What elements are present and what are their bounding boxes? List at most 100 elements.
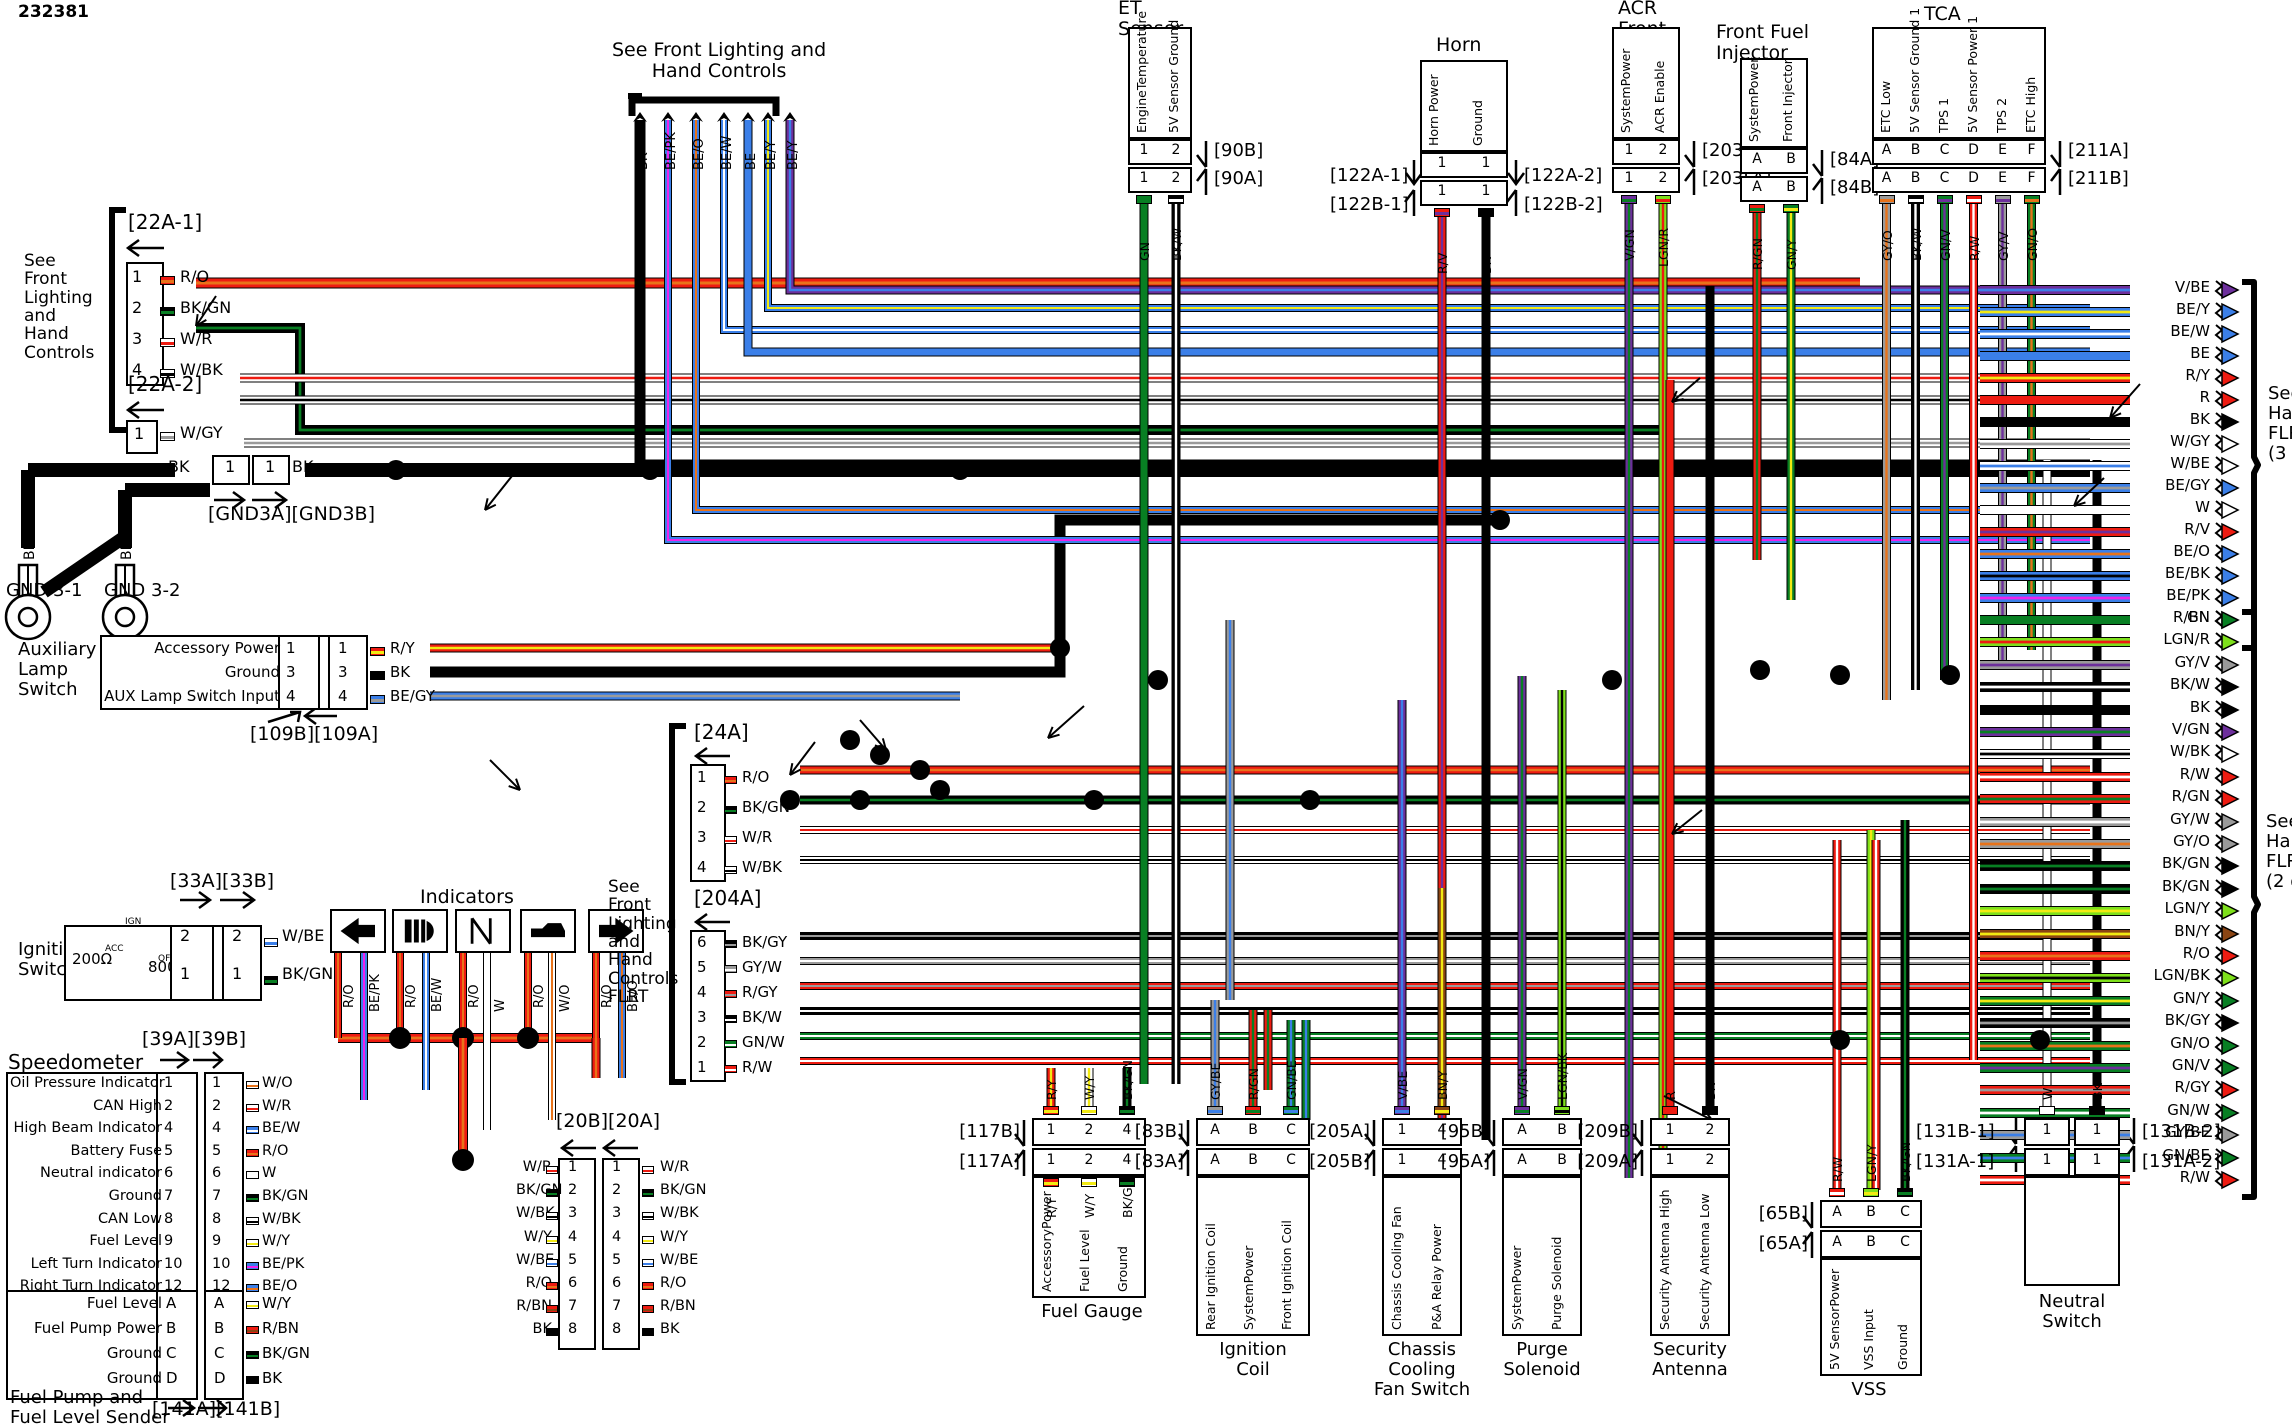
speedometer-pin-function: Left Turn Indicator xyxy=(30,1255,162,1272)
wire-color-chip xyxy=(1283,1106,1299,1115)
wire-color-chip xyxy=(546,1305,558,1314)
pin-number: 3 xyxy=(612,1205,622,1222)
wire-label: W/GY xyxy=(180,423,223,442)
wire-label: V/BE xyxy=(1395,1070,1410,1100)
wire-color-chip xyxy=(246,1216,259,1225)
pin-number: 1 xyxy=(612,1159,622,1175)
pin-number: 3 xyxy=(568,1205,578,1222)
wire-label: GN xyxy=(1137,241,1152,261)
pin-number: 1 xyxy=(568,1159,578,1175)
pin-number: A xyxy=(1517,1122,1527,1138)
wire-color-chip xyxy=(724,940,737,948)
indicator-wire-label: BE/PK xyxy=(368,974,383,1012)
pin-number: 8 xyxy=(612,1321,622,1338)
tca-pin-function: TPS 1 xyxy=(1936,97,1951,133)
main-harness-3of3-label: See Main Harness FLRT (3 of 3) xyxy=(2268,383,2292,465)
wire-label: W/O xyxy=(262,1075,293,1091)
wire-label: R/W xyxy=(1966,235,1982,261)
bundle-wire-label: BN/Y xyxy=(2174,922,2210,940)
pin-number: B xyxy=(1248,1122,1258,1138)
pin-number: 6 xyxy=(612,1275,622,1291)
chassis-cooling-fan-switch-title: Chassis Cooling Fan Switch xyxy=(1373,1339,1471,1400)
wire-color-chip xyxy=(246,1103,259,1112)
neutral-switch-body[interactable] xyxy=(2024,1176,2120,1286)
pin-number: B xyxy=(1866,1234,1876,1250)
connector-24A-label: [24A] xyxy=(694,720,749,744)
aux-lamp-connector-labels: [109B][109A] xyxy=(250,723,379,745)
wire-label: GY/BE xyxy=(1208,1062,1223,1100)
wire-color-chip xyxy=(246,1351,259,1359)
gnd3-connector-labels: [GND3A][GND3B] xyxy=(208,503,375,525)
oil-can-icon xyxy=(531,923,565,938)
chassis-cooling-fan-switch-pin-function: Chassis Cooling Fan xyxy=(1389,1206,1404,1330)
fuel-pump-pin-function: Fuel Pump Power xyxy=(33,1319,162,1337)
pin-number: 3 xyxy=(132,329,143,348)
bus-wire-label: BE xyxy=(744,152,759,170)
pin-number: 7 xyxy=(164,1188,174,1204)
bundle-wire-label: R/GY xyxy=(2174,1078,2210,1096)
connector-id-label: [205A] xyxy=(1309,1121,1370,1142)
wire-label: BK xyxy=(390,663,411,681)
pin-number: 4 xyxy=(612,1228,622,1245)
bus-wire-label: BE/W xyxy=(720,135,735,170)
connector-id-label: [117A] xyxy=(959,1151,1020,1172)
pin-number: C xyxy=(1939,142,1950,158)
speedometer-title: Speedometer xyxy=(8,1050,144,1074)
wire-label: GY/O xyxy=(1879,230,1895,261)
pin-number: B xyxy=(1910,170,1921,186)
wire-label: R xyxy=(1663,1091,1678,1100)
bus-wire-label: BE/Y xyxy=(786,140,801,170)
left-arrow-icon xyxy=(340,917,375,945)
connector-22A2-label: [22A-2] xyxy=(128,372,203,396)
indicators-title: Indicators xyxy=(420,886,514,908)
bundle-wire-label: BE/W xyxy=(2170,322,2210,340)
wire-label: BK xyxy=(2090,1083,2105,1100)
speedometer-pin-function: Fuel Level xyxy=(89,1233,162,1250)
wire-label: BK/GN xyxy=(1898,1141,1913,1182)
wire-label: BK/W xyxy=(742,1008,783,1026)
tca-body xyxy=(1872,27,2046,139)
wire-label: LGN/BK xyxy=(1555,1053,1570,1100)
wire-color-chip xyxy=(1394,1106,1410,1115)
speedometer-pin-function: Battery Fuse xyxy=(70,1142,163,1159)
pin-number: 2 xyxy=(612,1182,622,1199)
wire-color-chip xyxy=(724,836,737,844)
bundle-wire-label: BE/BK xyxy=(2165,564,2210,582)
pin-number: 1 xyxy=(1437,183,1447,199)
wire-color-chip xyxy=(160,307,175,316)
wire-label: R/BN xyxy=(262,1319,299,1337)
wire-label: BE/GY xyxy=(390,687,435,705)
wire-label: R/GN xyxy=(1246,1068,1261,1100)
connector-id-label: [117B] xyxy=(959,1121,1020,1142)
wire-label: W/R xyxy=(262,1097,292,1114)
bundle-wire-label: LGN/BK xyxy=(2153,966,2210,984)
pin-number: 4 xyxy=(697,858,707,876)
speedometer-connector-labels: [39A][39B] xyxy=(142,1028,247,1050)
pin-number: A xyxy=(1832,1234,1842,1250)
connector-id-label: [122B-2] xyxy=(1524,194,1603,215)
pin-number: B xyxy=(1786,179,1796,195)
pin-number: E xyxy=(1998,142,2007,158)
bundle-wire-label: BE/Y xyxy=(2176,300,2210,318)
bundle-wire-label: GY/BE xyxy=(2165,1123,2210,1141)
wire-color-chip xyxy=(246,1239,259,1248)
wire-color-chip xyxy=(370,647,385,656)
wire-label: BK xyxy=(168,457,190,476)
wire-color-chip xyxy=(1207,1106,1223,1115)
connector-id-label: [90B] xyxy=(1214,140,1264,161)
wire-label: GN/BE xyxy=(1284,1060,1299,1100)
bundle-wire-label: GY/O xyxy=(2173,832,2210,850)
wire-color-chip xyxy=(642,1235,654,1244)
connector-id-label: [211B] xyxy=(2068,168,2129,189)
connector-204A-body xyxy=(690,930,726,1082)
wiring-diagram-canvas: 2 3 2 3 8 1 See Front Lighting and Hand Contr… xyxy=(0,0,2292,1427)
connector-id-label: [209A] xyxy=(1577,1151,1638,1172)
pin-number: A xyxy=(166,1294,177,1312)
aux-lamp-pin-function: Ground xyxy=(224,663,280,681)
bundle-wire-label: W xyxy=(2195,498,2210,516)
pin-number: 1 xyxy=(180,964,191,983)
fuel-gauge-pin-function: Ground xyxy=(1115,1246,1130,1292)
pin-number: 1 xyxy=(1481,155,1491,171)
bundle-wire-label: W/BE xyxy=(2170,454,2210,472)
bus-wire-label: BE/PK xyxy=(664,132,679,170)
